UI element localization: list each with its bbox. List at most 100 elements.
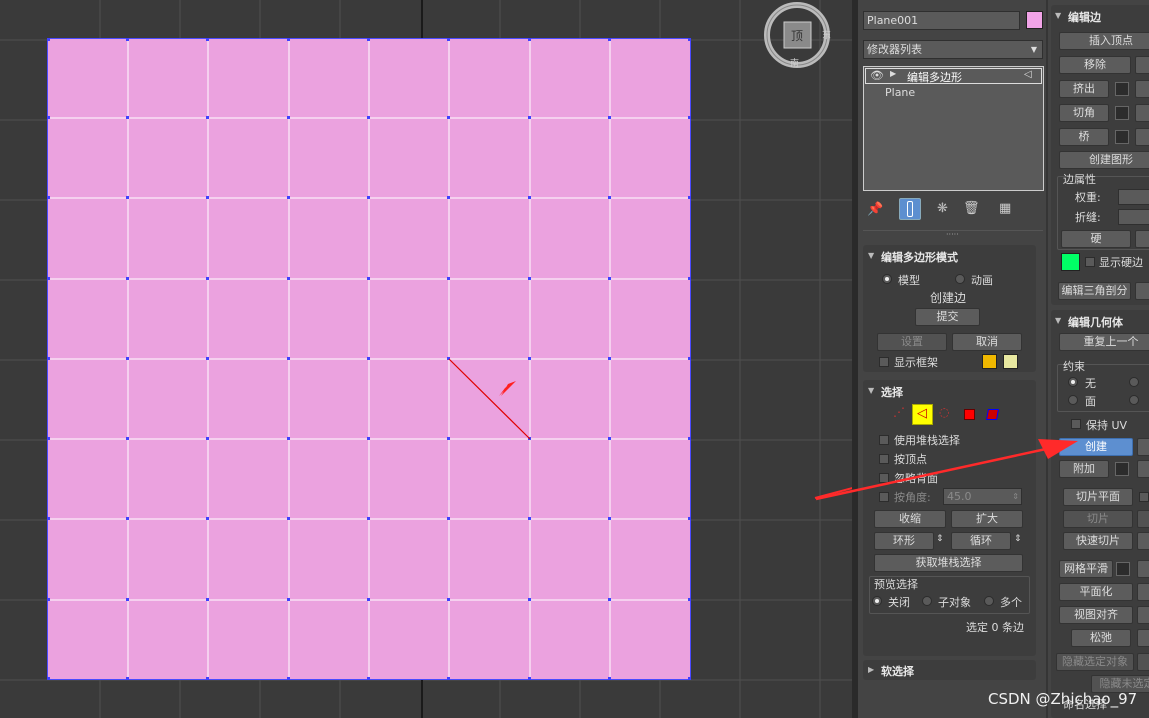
cage-color-1-swatch[interactable] xyxy=(982,354,997,369)
cage-color-2-swatch[interactable] xyxy=(1003,354,1018,369)
mesh-vertex[interactable] xyxy=(688,116,691,119)
show-hard-edges-checkbox[interactable] xyxy=(1085,257,1095,267)
mesh-vertex[interactable] xyxy=(47,38,50,41)
viewcube[interactable]: 顶 南 东 xyxy=(762,0,832,70)
element-mode-icon[interactable] xyxy=(986,409,999,420)
meshsmooth-button[interactable]: 网格平滑 xyxy=(1059,560,1113,578)
loop-spinner-icon[interactable]: ⇕ xyxy=(1014,534,1022,544)
edge-mode-button[interactable]: ◁ xyxy=(912,404,933,425)
slice-button[interactable]: 切片 xyxy=(1063,510,1133,528)
mesh-vertex[interactable] xyxy=(47,437,50,440)
stack-item-plane[interactable]: Plane xyxy=(885,86,915,99)
mesh-vertex[interactable] xyxy=(287,677,290,680)
mesh-vertex[interactable] xyxy=(447,116,450,119)
rollout-title[interactable]: 编辑几何体 xyxy=(1068,314,1123,330)
mesh-vertex[interactable] xyxy=(287,277,290,280)
loop-button[interactable]: 循环 xyxy=(951,532,1011,550)
mesh-vertex[interactable] xyxy=(528,196,531,199)
mesh-vertex[interactable] xyxy=(367,437,370,440)
repeat-last-button[interactable]: 重复上一个 xyxy=(1059,333,1149,351)
mesh-vertex[interactable] xyxy=(367,277,370,280)
mesh-vertex[interactable] xyxy=(126,437,129,440)
mesh-vertex[interactable] xyxy=(47,357,50,360)
mesh-vertex[interactable] xyxy=(47,277,50,280)
vertex-mode-icon[interactable]: ⋰ xyxy=(893,405,905,419)
split-checkbox[interactable] xyxy=(1139,492,1149,502)
unhide-all-button[interactable] xyxy=(1137,653,1149,671)
collapse-triangle-icon[interactable]: ▼ xyxy=(1055,11,1061,20)
tessellate-button[interactable] xyxy=(1137,560,1149,578)
mesh-vertex[interactable] xyxy=(126,677,129,680)
mesh-vertex[interactable] xyxy=(206,357,209,360)
mesh-vertex[interactable] xyxy=(447,517,450,520)
cancel-button[interactable]: 取消 xyxy=(952,333,1022,351)
mesh-vertex[interactable] xyxy=(608,196,611,199)
collapse-triangle-icon[interactable]: ▼ xyxy=(868,386,874,395)
mesh-vertex[interactable] xyxy=(447,277,450,280)
hard-edge-color-swatch[interactable] xyxy=(1061,253,1080,271)
hard-button[interactable]: 硬 xyxy=(1061,230,1131,248)
constraint-face-radio[interactable] xyxy=(1068,395,1078,405)
split-button[interactable] xyxy=(1135,56,1149,74)
smooth-button[interactable] xyxy=(1135,230,1149,248)
mesh-vertex[interactable] xyxy=(206,437,209,440)
mesh-vertex[interactable] xyxy=(688,598,691,601)
reset-plane-button[interactable] xyxy=(1137,510,1149,528)
mesh-vertex[interactable] xyxy=(528,116,531,119)
mesh-vertex[interactable] xyxy=(688,38,691,41)
mesh-vertex[interactable] xyxy=(206,598,209,601)
mesh-vertex[interactable] xyxy=(126,517,129,520)
perspective-viewport[interactable]: 顶 南 东 xyxy=(0,0,852,718)
border-mode-icon[interactable]: ◌ xyxy=(939,405,949,419)
rollout-title[interactable]: 选择 xyxy=(881,384,903,400)
ring-spinner-icon[interactable]: ⇕ xyxy=(936,534,944,544)
view-align-button[interactable]: 视图对齐 xyxy=(1059,606,1133,624)
planarize-button[interactable]: 平面化 xyxy=(1059,583,1133,601)
mesh-vertex[interactable] xyxy=(126,196,129,199)
eye-icon[interactable]: 👁 xyxy=(870,69,884,82)
collapse-triangle-icon[interactable]: ▼ xyxy=(1055,316,1061,325)
bridge-settings-icon[interactable] xyxy=(1115,130,1129,144)
mesh-vertex[interactable] xyxy=(447,38,450,41)
extrude-settings-icon[interactable] xyxy=(1115,82,1129,96)
mesh-vertex[interactable] xyxy=(528,277,531,280)
mesh-vertex[interactable] xyxy=(528,517,531,520)
model-radio[interactable] xyxy=(882,274,892,284)
mesh-vertex[interactable] xyxy=(126,38,129,41)
rollout-title[interactable]: 编辑多边形模式 xyxy=(881,249,958,265)
mesh-vertex[interactable] xyxy=(688,357,691,360)
trash-icon[interactable]: 🗑 xyxy=(963,201,980,216)
mesh-vertex[interactable] xyxy=(367,116,370,119)
mesh-vertex[interactable] xyxy=(608,357,611,360)
settings-button[interactable]: 设置 xyxy=(877,333,947,351)
mesh-vertex[interactable] xyxy=(447,437,450,440)
turn-button[interactable] xyxy=(1135,282,1149,300)
stack-item-edit-poly[interactable]: 👁 ▶ 编辑多边形 ◁ xyxy=(865,68,1042,84)
mesh-vertex[interactable] xyxy=(528,38,531,41)
preview-off-radio[interactable] xyxy=(872,596,882,606)
mesh-vertex[interactable] xyxy=(126,277,129,280)
mesh-vertex[interactable] xyxy=(287,38,290,41)
rollout-title[interactable]: 编辑边 xyxy=(1068,9,1101,25)
remove-button[interactable]: 移除 xyxy=(1059,56,1131,74)
mesh-vertex[interactable] xyxy=(688,437,691,440)
detach-button[interactable] xyxy=(1137,460,1149,478)
pin-stack-icon[interactable]: 📌 xyxy=(867,202,883,217)
mesh-vertex[interactable] xyxy=(206,38,209,41)
attach-list-icon[interactable] xyxy=(1115,462,1129,476)
drag-handle-icon[interactable]: ····· xyxy=(946,230,959,239)
mesh-vertex[interactable] xyxy=(447,196,450,199)
mesh-vertex[interactable] xyxy=(287,116,290,119)
mesh-vertex[interactable] xyxy=(688,677,691,680)
cut-button[interactable] xyxy=(1137,532,1149,550)
object-name-field[interactable]: Plane001 xyxy=(863,11,1020,30)
bridge-button[interactable]: 桥 xyxy=(1059,128,1109,146)
mesh-vertex[interactable] xyxy=(287,357,290,360)
constraint-edge-radio[interactable] xyxy=(1129,377,1139,387)
mesh-vertex[interactable] xyxy=(206,116,209,119)
expand-triangle-icon[interactable]: ▶ xyxy=(890,69,896,78)
show-cage-checkbox[interactable] xyxy=(879,357,889,367)
mesh-vertex[interactable] xyxy=(688,196,691,199)
get-stack-selection-button[interactable]: 获取堆栈选择 xyxy=(874,554,1023,572)
modifier-list-dropdown[interactable]: 修改器列表 ▼ xyxy=(863,40,1043,59)
